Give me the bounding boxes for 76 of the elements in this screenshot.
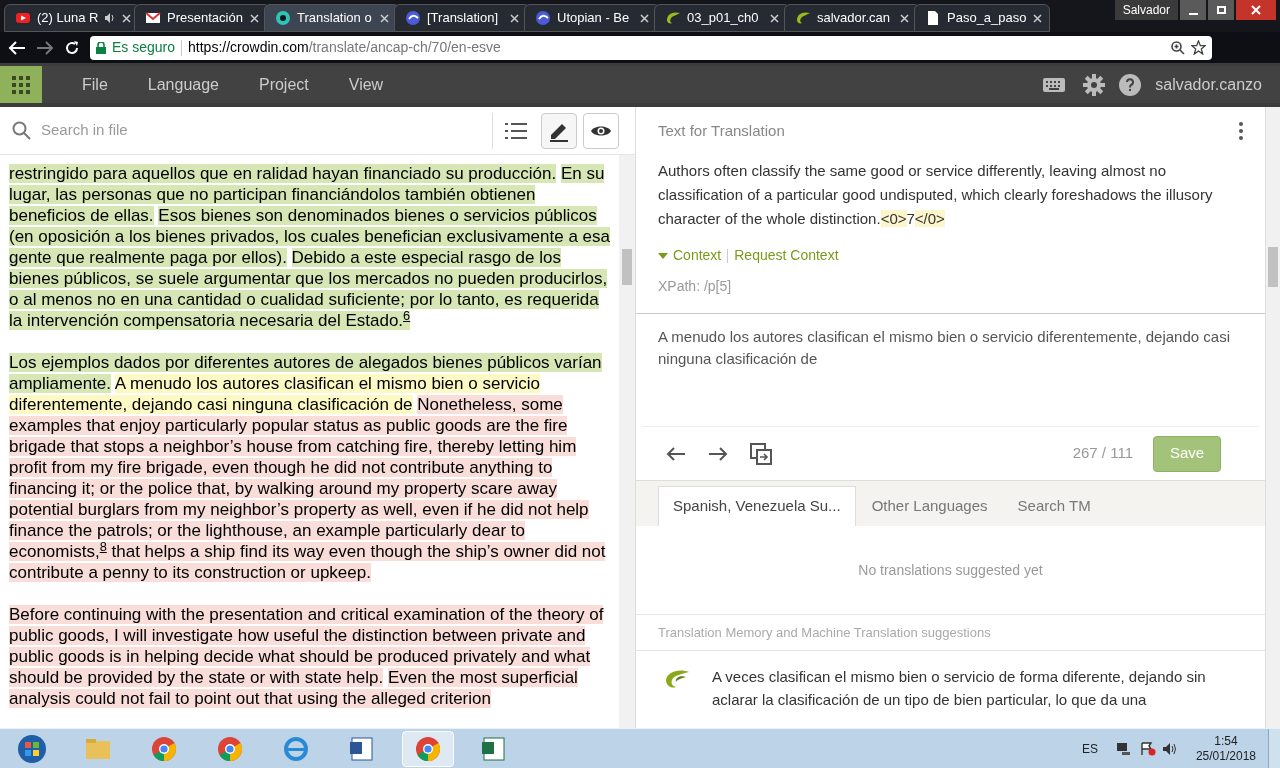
restore-icon	[1216, 6, 1226, 14]
section-heading: Translation Memory and Machine Translation suggestions	[657, 623, 992, 642]
lock-icon	[96, 41, 106, 54]
grid-icon	[12, 75, 30, 94]
video-favicon-icon	[15, 10, 31, 26]
source-text: Authors often classify the same good or service differently, leaving almost no classification of a particular good undisputed, which clearly foreshadows the illusory character of the whole distinction.<0>7</0>	[658, 161, 1214, 229]
back-icon[interactable]	[8, 39, 26, 56]
network-icon[interactable]	[1115, 741, 1132, 756]
page-favicon-icon	[925, 10, 941, 26]
minimize-button[interactable]	[1180, 0, 1206, 20]
close-icon[interactable]	[250, 13, 259, 23]
address-bar[interactable]: Es seguro https://crowdin.com/translate/ancap-ch/70/en-esve	[90, 35, 1212, 60]
keyboard-icon[interactable]	[1043, 77, 1066, 92]
edit-mode-button[interactable]	[541, 112, 577, 149]
close-icon[interactable]	[510, 13, 519, 23]
close-icon[interactable]	[900, 13, 909, 23]
previous-arrow-icon[interactable]	[666, 445, 686, 462]
tag-marker: <0>	[880, 210, 907, 227]
search-icon	[12, 121, 31, 140]
close-icon	[1251, 5, 1261, 15]
empty-message: No translations suggested yet	[857, 560, 1044, 580]
reload-icon[interactable]	[64, 39, 80, 56]
menu-item[interactable]: File	[62, 72, 128, 97]
user-name[interactable]: salvador.canzo	[1155, 72, 1262, 97]
tag-marker: </0>	[914, 210, 945, 227]
menu-item[interactable]: Project	[238, 72, 329, 97]
crescent-logo-icon	[664, 669, 690, 689]
panel-title: Text for Translation	[658, 120, 785, 141]
star-icon[interactable]	[1191, 40, 1206, 55]
character-counter: 267 / 111	[1072, 443, 1133, 464]
clock-date[interactable]: 25/01/2018	[1195, 748, 1256, 764]
menu-item[interactable]: Language	[127, 72, 239, 97]
suggestion-tab[interactable]: Search TM	[1003, 486, 1105, 526]
xpath-text: XPath: /p[5]	[658, 277, 733, 296]
text-paragraph[interactable]: restringido para aquellos que en ralidad hayan financiado su producción. En su lugar, las personas que no participan financiándolos también obtienen beneficios de ellas. Esos bienes son denominados bienes o servicios públicos (en oposición a los bienes privados, los cuales benefician exclusivamente a esa gente que realmente paga por ellos). Debido a este especial rasgo de los bienes públicos, se suele argumentar que los mercados no pueden producirlos, o al menos no en una cantidad o cualidad suficiente; por lo tanto, es requerida la intervención compensatoria necesaria del Estado.$^{6}$	[9, 163, 615, 331]
input-language[interactable]: ES	[1081, 739, 1098, 758]
search-field[interactable]: Search in file	[41, 119, 341, 142]
close-icon[interactable]	[380, 13, 389, 23]
tag-marker: 7	[906, 210, 915, 227]
speaker-icon[interactable]	[104, 12, 117, 24]
list-icon[interactable]	[505, 122, 527, 139]
more-icon[interactable]	[1239, 122, 1243, 140]
secure-label: Es seguro	[112, 38, 176, 57]
restore-button[interactable]	[1208, 0, 1234, 20]
suggestion-tab[interactable]: Spanish, Venezuela Su...	[658, 486, 856, 526]
mail-favicon-icon	[145, 10, 161, 26]
zoom-icon[interactable]	[1171, 40, 1185, 55]
copy-source-icon[interactable]	[750, 442, 772, 465]
close-icon[interactable]	[640, 13, 649, 23]
close-icon[interactable]	[770, 13, 779, 23]
scrollbar[interactable]	[619, 155, 635, 728]
next-arrow-icon[interactable]	[708, 445, 728, 462]
caret-icon	[658, 252, 668, 259]
flag-icon[interactable]	[1139, 741, 1156, 756]
url-text: https://crowdin.com/translate/ancap-ch/70/en-esve	[188, 38, 501, 57]
minimize-icon	[1188, 13, 1198, 15]
profile-name[interactable]: Salvador	[1114, 0, 1178, 20]
help-icon[interactable]	[1119, 73, 1142, 96]
taskbar-button[interactable]	[402, 730, 454, 767]
close-button[interactable]	[1236, 0, 1276, 20]
start-app-icon	[17, 733, 47, 764]
leaf-favicon-icon	[665, 10, 681, 26]
translation-input[interactable]: A menudo los autores clasifican el mismo bien o servicio diferentemente, dejando casi ninguna clasificación de	[636, 314, 1265, 426]
scrollbar[interactable]	[1265, 107, 1280, 728]
forward-icon[interactable]	[36, 39, 54, 56]
speaker-icon[interactable]	[1161, 741, 1178, 756]
apps-menu-button[interactable]	[0, 66, 42, 103]
browser-tab[interactable]: Paso_a_paso	[914, 4, 1050, 32]
preview-mode-button[interactable]	[583, 112, 619, 149]
suggestion-text[interactable]: A veces clasifican el mismo bien o servicio de forma diferente, dejando sin aclarar la clasificación de un tipo de bien particular, lo que da una	[712, 665, 1225, 728]
suggestion-tab[interactable]: Other Languages	[857, 486, 1002, 526]
close-icon[interactable]	[122, 13, 132, 23]
leaf-favicon-icon	[795, 10, 811, 26]
close-icon[interactable]	[1032, 13, 1042, 23]
menu-item[interactable]: View	[328, 72, 404, 97]
clock-time[interactable]: 1:54	[1214, 733, 1238, 749]
